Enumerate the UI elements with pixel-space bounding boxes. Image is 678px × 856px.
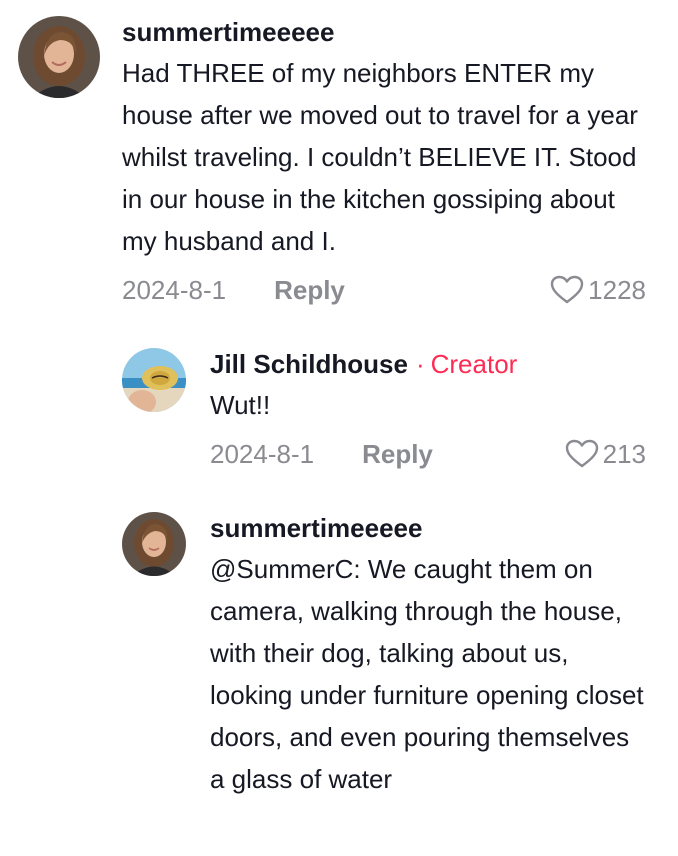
avatar[interactable] [122, 512, 186, 576]
comment-username[interactable]: summertimeeeee [210, 512, 422, 544]
creator-avatar-icon [122, 348, 186, 412]
reply-item: Jill Schildhouse · Creator Wut!! 2024-8-… [122, 348, 646, 470]
comment-username[interactable]: summertimeeeee [122, 16, 334, 48]
comment-item: summertimeeeee Had THREE of my neighbors… [18, 16, 646, 306]
comment-text: @SummerC: We caught them on camera, walk… [210, 554, 644, 794]
avatar[interactable] [18, 16, 100, 98]
user-avatar-icon [18, 16, 100, 98]
reply-button[interactable]: Reply [362, 438, 433, 470]
comment-text: Had THREE of my neighbors ENTER my house… [122, 58, 638, 256]
heart-icon [550, 275, 584, 304]
user-avatar-icon [122, 512, 186, 576]
comment-date: 2024-8-1 [122, 275, 227, 305]
separator-dot: · [415, 349, 425, 379]
comment-text: Wut!! [210, 390, 271, 420]
like-count: 213 [602, 439, 646, 469]
reply-button[interactable]: Reply [274, 274, 345, 306]
heart-icon [565, 439, 598, 468]
like-count: 1228 [588, 275, 646, 305]
comment-date: 2024-8-1 [210, 439, 315, 469]
creator-badge: Creator [430, 349, 518, 379]
like-button[interactable]: 1228 [550, 274, 646, 306]
comment-username[interactable]: Jill Schildhouse [210, 348, 408, 380]
avatar[interactable] [122, 348, 186, 412]
reply-item: summertimeeeee @SummerC: We caught them … [122, 512, 646, 800]
like-button[interactable]: 213 [565, 438, 646, 470]
